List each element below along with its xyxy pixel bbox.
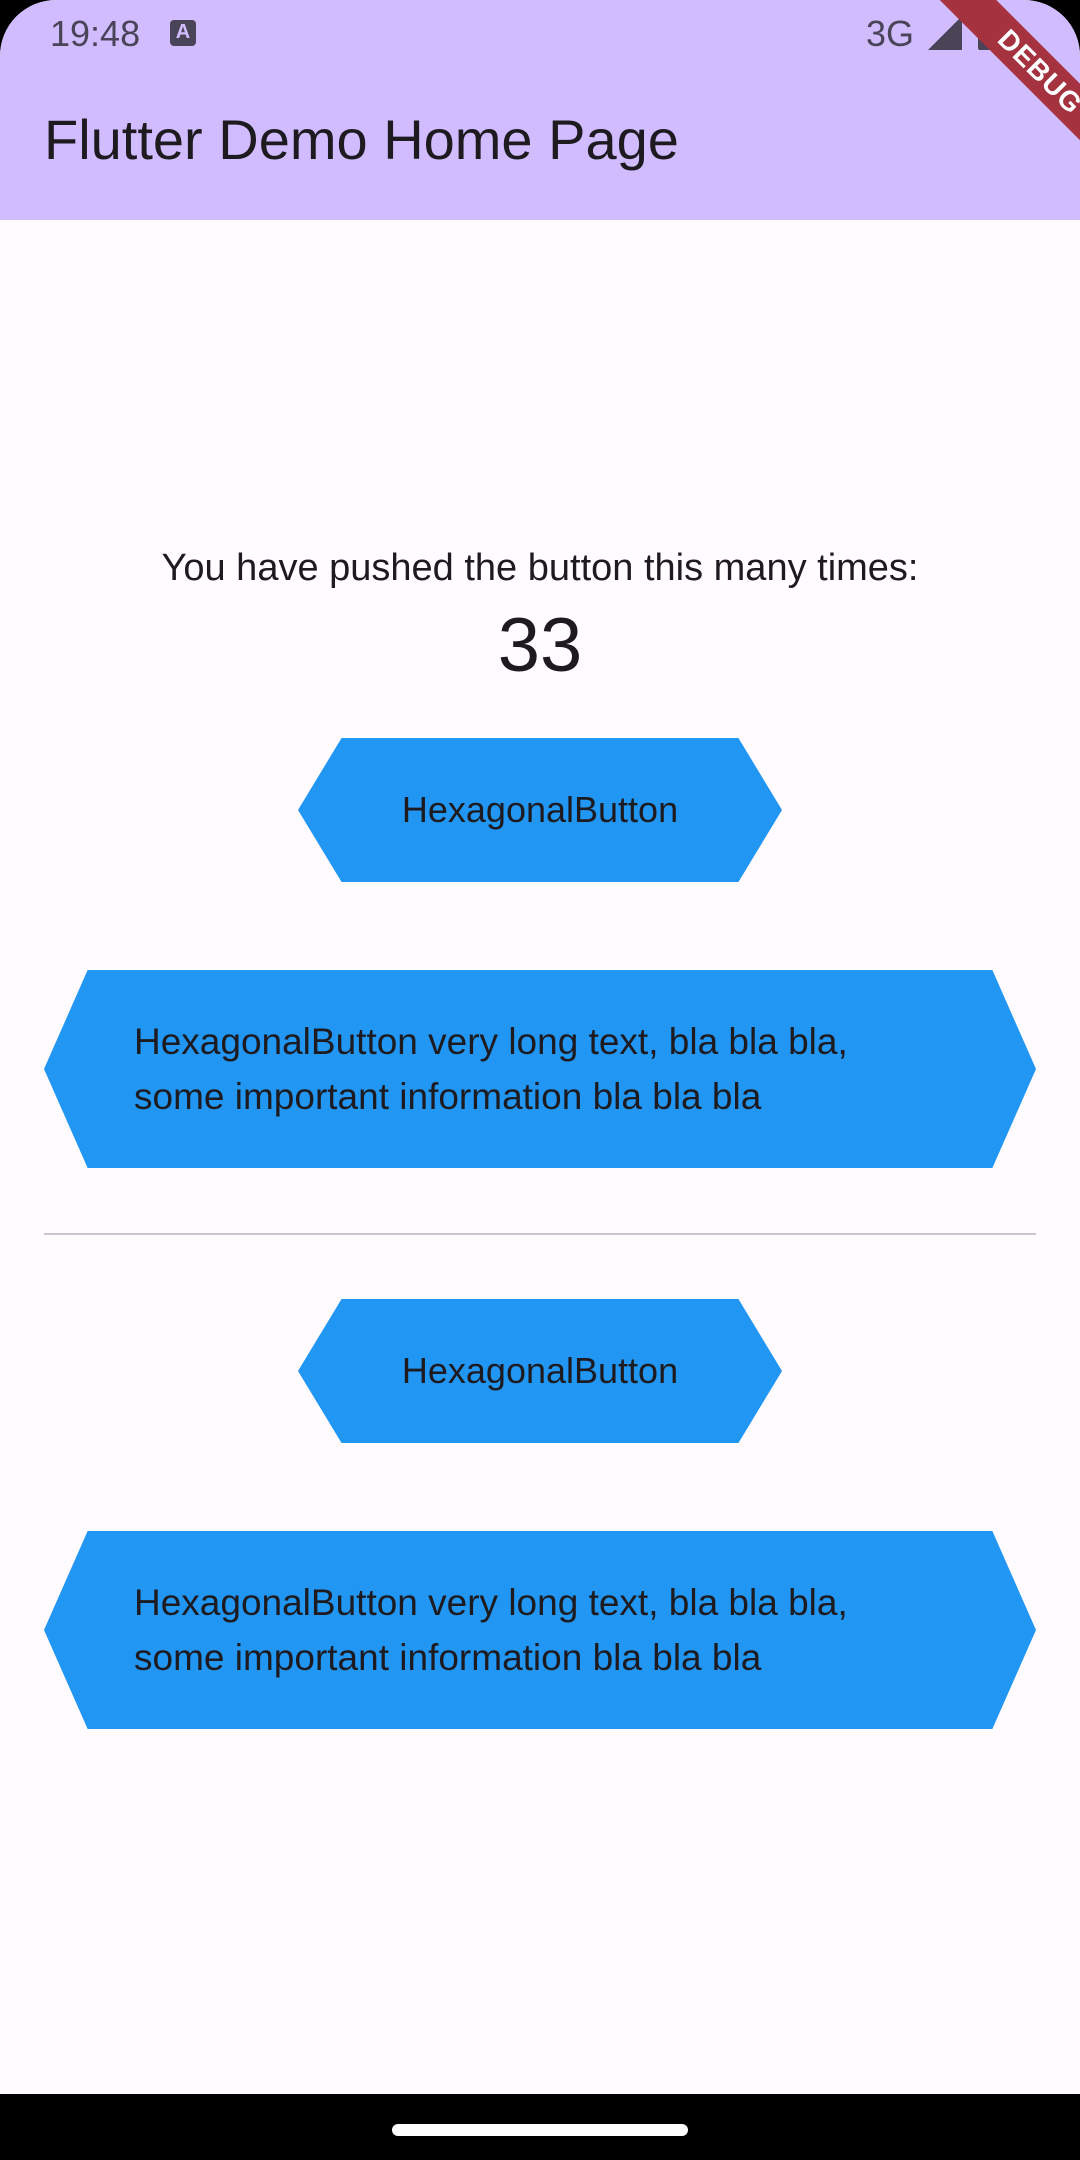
page-title: Flutter Demo Home Page [44,108,679,171]
app-screen: 19:48 A 3G Flutter Demo Home Page DEBUG … [0,0,1080,2094]
divider [44,1233,1036,1235]
accessibility-a-icon: A [170,20,196,46]
hexagonal-button-long-1[interactable]: HexagonalButton very long text, bla bla … [44,970,1036,1168]
battery-icon [978,14,998,50]
network-type: 3G [866,13,915,54]
signal-icon [928,16,962,50]
counter-label: You have pushed the button this many tim… [161,547,919,589]
home-gesture-handle[interactable] [392,2124,688,2136]
hexagonal-button-2[interactable]: HexagonalButton [298,1299,782,1443]
hexagonal-button-1[interactable]: HexagonalButton [298,738,782,882]
counter-value: 33 [497,603,583,688]
status-time: 19:48 [50,13,141,54]
hexagonal-button-long-2[interactable]: HexagonalButton very long text, bla bla … [44,1531,1036,1729]
hexagonal-button-label: HexagonalButton very long text, bla bla … [134,1021,848,1117]
hexagonal-button-label: HexagonalButton [401,1350,679,1391]
app-bar: 19:48 A 3G Flutter Demo Home Page [0,0,1080,220]
hexagonal-button-label: HexagonalButton [401,789,679,830]
hexagonal-button-label: HexagonalButton very long text, bla bla … [134,1582,848,1678]
